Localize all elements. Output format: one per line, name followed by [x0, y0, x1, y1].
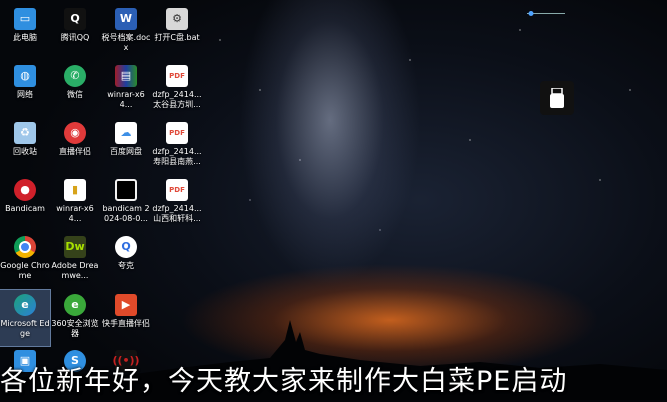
desktop-icon-dreamweaver[interactable]: Dw Adobe Dreamwe...	[50, 232, 100, 288]
kuaishou-icon: ▶	[115, 294, 137, 316]
desktop-icon-kuaishou[interactable]: ▶ 快手直播伴侣	[101, 290, 151, 346]
desktop-icon-recycle-bin[interactable]: ♻ 回收站	[0, 118, 50, 174]
desktop-icon-pdf-2[interactable]: PDF dzfp_2414... 寿阳县南燕...	[152, 118, 202, 174]
dreamweaver-icon: Dw	[64, 236, 86, 258]
desktop-icon-docx[interactable]: W 税号档案.docx	[101, 4, 151, 60]
word-doc-icon: W	[115, 8, 137, 30]
video-file-icon	[115, 179, 137, 201]
usb-drive-icon[interactable]	[540, 81, 574, 115]
desktop-icon-qq[interactable]: Q 腾讯QQ	[50, 4, 100, 60]
desktop-icon-winrar-1[interactable]: ▮ winrar-x64...	[50, 175, 100, 231]
bat-file-icon: ⚙	[166, 8, 188, 30]
desktop-icon-bandicam-video[interactable]: bandicam 2024-08-0...	[101, 175, 151, 231]
pdf-icon: PDF	[166, 65, 188, 87]
volume-slider[interactable]	[527, 1, 565, 16]
desktop-icon-bandicam[interactable]: ● Bandicam	[0, 175, 50, 231]
desktop-icon-network[interactable]: ◍ 网络	[0, 61, 50, 117]
this-pc-icon: ▭	[14, 8, 36, 30]
360-browser-icon: e	[64, 294, 86, 316]
desktop-icon-bat[interactable]: ⚙ 打开C盘.bat	[152, 4, 202, 60]
desktop-icon-chrome[interactable]: Google Chrome	[0, 232, 50, 288]
video-subtitle-caption: 各位新年好，今天教大家来制作大白菜PE启动	[0, 366, 568, 397]
live-companion-icon: ◉	[64, 122, 86, 144]
desktop-icon-live-companion[interactable]: ◉ 直播伴侣	[50, 118, 100, 174]
desktop-icon-this-pc[interactable]: ▭ 此电脑	[0, 4, 50, 60]
desktop-icon-360-browser[interactable]: e 360安全浏览器	[50, 290, 100, 346]
network-icon: ◍	[14, 65, 36, 87]
baidu-netdisk-icon: ☁	[115, 122, 137, 144]
desktop-icon-wechat[interactable]: ✆ 微信	[50, 61, 100, 117]
winrar-icon: ▮	[64, 179, 86, 201]
pdf-icon: PDF	[166, 179, 188, 201]
desktop-icon-pdf-1[interactable]: PDF dzfp_2414... 太谷县方圳...	[152, 61, 202, 117]
desktop-icon-winrar-2[interactable]: ▤ winrar-x64...	[101, 61, 151, 117]
desktop-icon-baidu-netdisk[interactable]: ☁ 百度网盘	[101, 118, 151, 174]
winrar-icon: ▤	[115, 65, 137, 87]
desktop-icon-pdf-3[interactable]: PDF dzfp_2414... 山西和轩科...	[152, 175, 202, 231]
quark-icon: Q	[115, 236, 137, 258]
desktop-icon-quark[interactable]: Q 夸克	[101, 232, 151, 288]
desktop-icon-edge[interactable]: e Microsoft Edge	[0, 289, 51, 347]
wechat-icon: ✆	[64, 65, 86, 87]
recycle-bin-icon: ♻	[14, 122, 36, 144]
chrome-icon	[14, 236, 36, 258]
pdf-icon: PDF	[166, 122, 188, 144]
bandicam-icon: ●	[14, 179, 36, 201]
edge-icon: e	[14, 294, 36, 316]
qq-icon: Q	[64, 8, 86, 30]
